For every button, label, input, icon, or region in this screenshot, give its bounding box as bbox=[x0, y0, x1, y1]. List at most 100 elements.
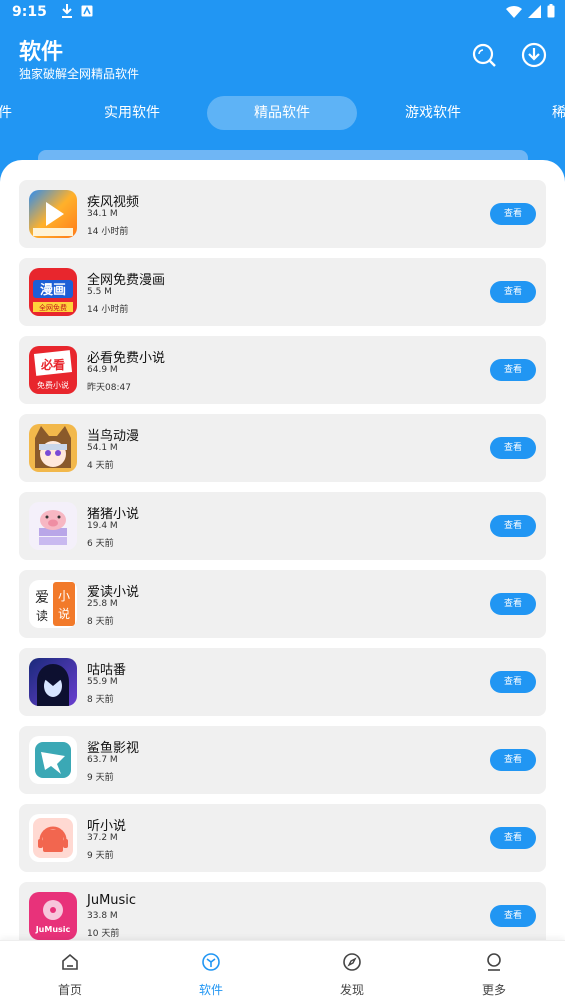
search-button[interactable] bbox=[471, 42, 497, 68]
nav-more[interactable]: 更多 bbox=[459, 941, 529, 1004]
view-button[interactable]: 查看 bbox=[490, 749, 536, 771]
nav-home[interactable]: 首页 bbox=[35, 941, 105, 1004]
app-name: 必看免费小说 bbox=[87, 351, 166, 366]
home-icon bbox=[62, 953, 78, 970]
view-button[interactable]: 查看 bbox=[490, 827, 536, 849]
jumusic-icon-text: JuMusic bbox=[35, 925, 71, 934]
app-name: JuMusic bbox=[87, 893, 137, 908]
signal-icon bbox=[528, 4, 541, 22]
view-button[interactable]: 查看 bbox=[490, 203, 536, 225]
list-item[interactable]: 咕咕番 55.9 M 8 天前 查看 bbox=[19, 648, 546, 716]
wifi-icon bbox=[506, 5, 522, 22]
status-time: 9:15 bbox=[12, 4, 47, 20]
app-list: 疾风视频 34.1 M 14 小时前 查看 漫画 全网免费 全网免费漫画 5.5… bbox=[19, 180, 546, 960]
anime-boy-icon bbox=[29, 658, 77, 706]
download-button[interactable] bbox=[521, 42, 547, 68]
app-updated-time: 14 小时前 bbox=[87, 305, 129, 315]
app-updated-time: 14 小时前 bbox=[87, 227, 129, 237]
app-size: 63.7 M bbox=[87, 755, 118, 765]
comic-icon: 漫画 全网免费 bbox=[29, 268, 77, 316]
view-button[interactable]: 查看 bbox=[490, 359, 536, 381]
compass-icon bbox=[343, 953, 361, 971]
app-updated-time: 8 天前 bbox=[87, 695, 114, 705]
aidu-icon-char-2: 读 bbox=[36, 609, 48, 623]
bottom-nav: 首页 软件 发现 更多 bbox=[0, 940, 565, 1004]
app-header: 软件 独家破解全网精品软件 bbox=[0, 24, 565, 90]
nav-software[interactable]: 软件 bbox=[176, 941, 246, 1004]
search-icon bbox=[472, 43, 496, 67]
list-item[interactable]: 鲨鱼影视 63.7 M 9 天前 查看 bbox=[19, 726, 546, 794]
app-updated-time: 9 天前 bbox=[87, 773, 114, 783]
app-name: 疾风视频 bbox=[87, 195, 140, 210]
app-size: 64.9 M bbox=[87, 365, 118, 375]
nav-discover[interactable]: 发现 bbox=[317, 941, 387, 1004]
app-updated-time: 6 天前 bbox=[87, 539, 114, 549]
app-name: 咕咕番 bbox=[87, 663, 127, 678]
app-updated-time: 8 天前 bbox=[87, 617, 114, 627]
app-size: 5.5 M bbox=[87, 287, 112, 297]
view-button[interactable]: 查看 bbox=[490, 281, 536, 303]
battery-icon bbox=[547, 4, 555, 22]
list-item[interactable]: 听小说 37.2 M 9 天前 查看 bbox=[19, 804, 546, 872]
app-name: 爱读小说 bbox=[87, 585, 140, 600]
app-size: 25.8 M bbox=[87, 599, 118, 609]
music-disc-icon: JuMusic bbox=[29, 892, 77, 940]
list-item[interactable]: 漫画 全网免费 全网免费漫画 5.5 M 14 小时前 查看 bbox=[19, 258, 546, 326]
shark-icon bbox=[29, 736, 77, 784]
nav-home-label: 首页 bbox=[57, 983, 82, 997]
app-size: 54.1 M bbox=[87, 443, 118, 453]
category-tabs: 件 实用软件 精品软件 游戏软件 稀 bbox=[0, 96, 565, 132]
aidu-icon-char-3: 小 bbox=[58, 589, 70, 603]
view-button[interactable]: 查看 bbox=[490, 671, 536, 693]
tab-partial-left[interactable]: 件 bbox=[0, 96, 20, 130]
aidu-icon-char-1: 爱 bbox=[35, 590, 49, 606]
view-button[interactable]: 查看 bbox=[490, 593, 536, 615]
view-button[interactable]: 查看 bbox=[490, 905, 536, 927]
list-item[interactable]: 疾风视频 34.1 M 14 小时前 查看 bbox=[19, 180, 546, 248]
tab-game-software[interactable]: 游戏软件 bbox=[358, 96, 508, 130]
app-name: 鲨鱼影视 bbox=[87, 741, 140, 756]
nav-discover-label: 发现 bbox=[339, 983, 364, 997]
app-size: 34.1 M bbox=[87, 209, 118, 219]
app-updated-time: 4 天前 bbox=[87, 461, 114, 471]
app-name: 听小说 bbox=[87, 819, 127, 834]
nav-more-label: 更多 bbox=[481, 983, 506, 997]
app-size: 33.8 M bbox=[87, 911, 118, 921]
app-size: 37.2 M bbox=[87, 833, 118, 843]
content-panel: 疾风视频 34.1 M 14 小时前 查看 漫画 全网免费 全网免费漫画 5.5… bbox=[0, 160, 565, 1004]
status-bar: 9:15 bbox=[0, 0, 565, 24]
app-size: 55.9 M bbox=[87, 677, 118, 687]
view-button[interactable]: 查看 bbox=[490, 437, 536, 459]
app-name: 猪猪小说 bbox=[87, 507, 140, 522]
list-item[interactable]: 爱 读 小 说 爱读小说 25.8 M 8 天前 查看 bbox=[19, 570, 546, 638]
tab-premium-software[interactable]: 精品软件 bbox=[207, 96, 357, 130]
list-item[interactable]: 必看 免费小说 必看免费小说 64.9 M 昨天08:47 查看 bbox=[19, 336, 546, 404]
headphones-book-icon bbox=[29, 814, 77, 862]
app-size: 19.4 M bbox=[87, 521, 118, 531]
pig-icon bbox=[29, 502, 77, 550]
page-subtitle: 独家破解全网精品软件 bbox=[19, 67, 140, 81]
novel-icon-subtext: 免费小说 bbox=[37, 380, 69, 390]
download-icon bbox=[521, 42, 547, 68]
app-updated-time: 昨天08:47 bbox=[87, 383, 131, 393]
aidu-icon: 爱 读 小 说 bbox=[29, 580, 77, 628]
app-name: 全网免费漫画 bbox=[87, 273, 166, 288]
tab-practical-software[interactable]: 实用软件 bbox=[57, 96, 207, 130]
app-updated-time: 10 天前 bbox=[87, 929, 120, 939]
novel-icon-text: 必看 bbox=[40, 357, 65, 372]
person-icon bbox=[487, 953, 501, 971]
software-cube-icon bbox=[202, 953, 220, 971]
aidu-icon-char-4: 说 bbox=[58, 606, 70, 621]
comic-icon-subtext: 全网免费 bbox=[39, 303, 67, 312]
list-item[interactable]: 猪猪小说 19.4 M 6 天前 查看 bbox=[19, 492, 546, 560]
novel-icon: 必看 免费小说 bbox=[29, 346, 77, 394]
tab-partial-right[interactable]: 稀 bbox=[552, 96, 565, 130]
list-item[interactable]: 当鸟动漫 54.1 M 4 天前 查看 bbox=[19, 414, 546, 482]
anime-girl-icon bbox=[29, 424, 77, 472]
comic-icon-text: 漫画 bbox=[40, 282, 66, 298]
app-updated-time: 9 天前 bbox=[87, 851, 114, 861]
page-title: 软件 bbox=[19, 40, 64, 65]
app-name: 当鸟动漫 bbox=[87, 429, 140, 444]
view-button[interactable]: 查看 bbox=[490, 515, 536, 537]
nav-software-label: 软件 bbox=[198, 983, 223, 997]
